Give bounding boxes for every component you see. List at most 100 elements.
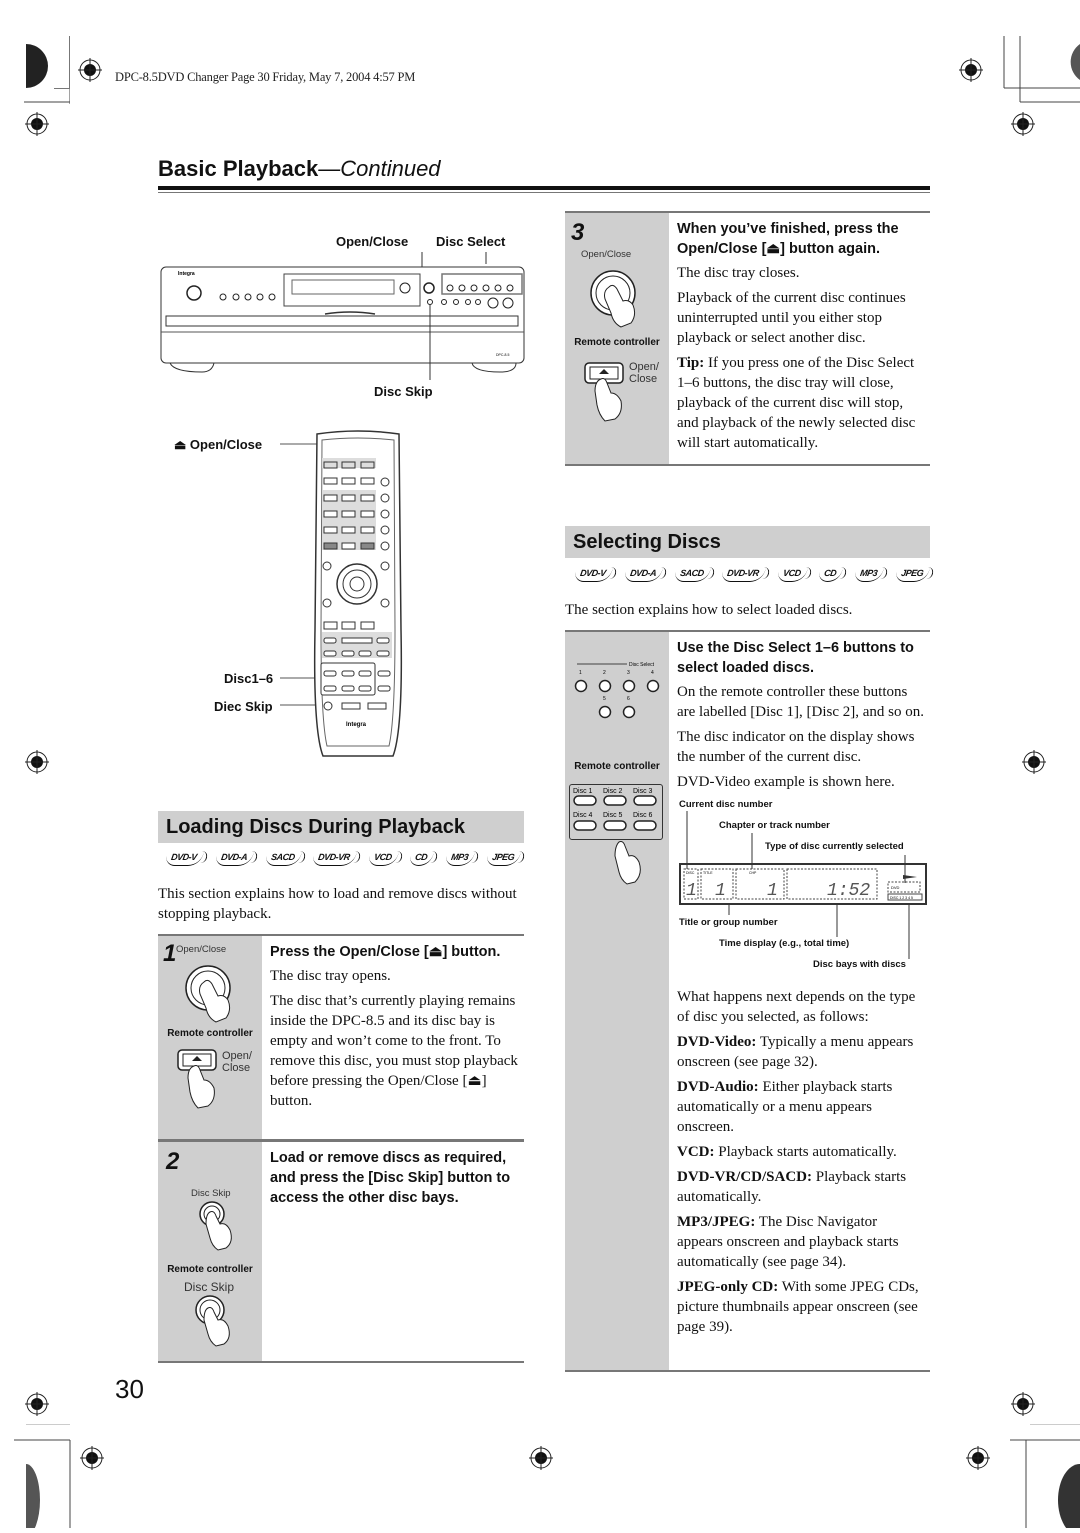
label-title-group-number: Title or group number bbox=[679, 917, 778, 928]
select-step-paragraph: The disc indicator on the display shows … bbox=[677, 729, 915, 765]
step-2: 2 Disc Skip Remote controller Disc Skip … bbox=[158, 1140, 524, 1363]
select-step-paragraph: DVD-Video example is shown here. bbox=[677, 774, 895, 790]
badge-dvd-a: DVD-A bbox=[623, 566, 663, 582]
remote-controller-label: Remote controller bbox=[574, 761, 660, 772]
remote-eject-button-icon bbox=[177, 1049, 217, 1109]
svg-text:Disc 5: Disc 5 bbox=[603, 812, 623, 819]
select-step-sidebar: Disc Select 1 2 3 4 5 6 Remote controller Di… bbox=[565, 632, 669, 1370]
badge-dvd-v: DVD-V bbox=[164, 850, 204, 866]
registration-mark bbox=[78, 58, 102, 82]
select-step-heading: Use the Disc Select 1–6 buttons to selec… bbox=[677, 640, 914, 676]
callout-remote-disc-skip: Diec Skip bbox=[214, 699, 273, 714]
step-3-paragraph: The disc tray closes. bbox=[677, 265, 800, 281]
badge-mp3: MP3 bbox=[853, 566, 885, 582]
step-3-heading: When you’ve finished, press the Open/Clo… bbox=[677, 221, 899, 257]
tip-text: If you press one of the Disc Select 1–6 … bbox=[677, 355, 916, 451]
step-3-top-label: Open/Close bbox=[581, 249, 632, 260]
remote-disc-skip-button-press-icon bbox=[195, 1295, 230, 1347]
page-title-suffix: —Continued bbox=[318, 156, 441, 181]
badge-vcd: VCD bbox=[776, 566, 808, 582]
print-header: DPC-8.5DVD Changer Page 30 Friday, May 7… bbox=[115, 70, 416, 84]
front-display-diagram: Current disc number Chapter or track num… bbox=[677, 797, 927, 979]
step-2-top-label: Disc Skip bbox=[191, 1188, 231, 1199]
remote-controller-label: Remote controller bbox=[167, 1264, 253, 1275]
title-rule bbox=[158, 186, 930, 190]
pressing-hand-icon bbox=[614, 841, 641, 885]
title-rule-thin bbox=[158, 192, 930, 193]
section-heading-selecting: Selecting Discs bbox=[565, 526, 930, 558]
crop-mark-top-right bbox=[1000, 36, 1080, 104]
open-close-button-press-icon bbox=[590, 270, 636, 328]
disc-skip-button-press-icon bbox=[199, 1201, 232, 1251]
callout-open-close: Open/Close bbox=[336, 234, 409, 249]
badge-dvd-a: DVD-A bbox=[214, 850, 254, 866]
crop-mark-bottom-right bbox=[1010, 1423, 1080, 1533]
step-1-top-label: Open/Close bbox=[176, 944, 227, 955]
callout-remote-disc-1-6: Disc1–6 bbox=[224, 671, 274, 686]
step-1: 1 Open/Close Remote controller Open/ Clo… bbox=[158, 934, 524, 1141]
registration-mark bbox=[25, 112, 49, 136]
step-1-sidebar: 1 Open/Close Remote controller Open/ Clo… bbox=[158, 936, 262, 1139]
disc-type-results: What happens next depends on the type of… bbox=[677, 987, 924, 1337]
remote-disc-skip-text: Disc Skip bbox=[184, 1280, 235, 1294]
registration-mark bbox=[1011, 112, 1035, 136]
svg-text:1: 1 bbox=[579, 670, 582, 676]
disc-type-badges-right: DVD-V DVD-A SACD DVD-VR VCD CD MP3 JPEG bbox=[573, 566, 931, 582]
step-2-content: Load or remove discs as required, and pr… bbox=[262, 1142, 524, 1361]
svg-text:Disc 1: Disc 1 bbox=[573, 788, 593, 795]
result-dvd-vr-cd-sacd: DVD-VR/CD/SACD: Playback starts automati… bbox=[677, 1169, 907, 1205]
step-1-paragraph: The disc tray opens. bbox=[270, 968, 391, 984]
result-vcd: VCD: Playback starts automatically. bbox=[677, 1144, 897, 1160]
remote-control-illustration: Integra bbox=[313, 430, 403, 760]
display-leader-lines bbox=[686, 811, 910, 959]
registration-mark bbox=[25, 750, 49, 774]
step-number: 1 bbox=[163, 940, 177, 967]
section-heading-loading: Loading Discs During Playback bbox=[158, 811, 524, 843]
front-panel-illustration: Integra DPC-8.5 bbox=[160, 250, 526, 380]
label-current-disc-number: Current disc number bbox=[679, 799, 773, 810]
step-select-discs: Disc Select 1 2 3 4 5 6 Remote controller Di… bbox=[565, 630, 930, 1372]
front-disc-select-buttons: Disc Select 1 2 3 4 5 6 bbox=[573, 658, 663, 728]
badge-jpeg: JPEG bbox=[485, 850, 522, 866]
registration-mark bbox=[529, 1446, 553, 1470]
registration-mark bbox=[959, 58, 983, 82]
badge-mp3: MP3 bbox=[444, 850, 476, 866]
select-step-content: Use the Disc Select 1–6 buttons to selec… bbox=[669, 632, 930, 1370]
svg-text:2: 2 bbox=[603, 670, 606, 676]
remote-open-close-text: Open/ Close bbox=[629, 361, 659, 385]
page-title-main: Basic Playback bbox=[158, 156, 319, 181]
step-1-paragraph: The disc that’s currently playing remain… bbox=[270, 993, 518, 1109]
label-time-display: Time display (e.g., total time) bbox=[719, 938, 850, 949]
step-number: 2 bbox=[166, 1148, 180, 1175]
badge-cd: CD bbox=[408, 850, 435, 866]
registration-mark bbox=[966, 1446, 990, 1470]
remote-disc-buttons: Disc 1 Disc 2 Disc 3 Disc 4 Disc 5 Disc 6 bbox=[569, 784, 663, 840]
callout-remote-open-close: ⏏ Open/Close bbox=[174, 437, 263, 452]
registration-mark bbox=[80, 1446, 104, 1470]
svg-text:5: 5 bbox=[603, 696, 606, 702]
svg-text:Integra: Integra bbox=[178, 271, 195, 277]
svg-text:3: 3 bbox=[627, 670, 630, 676]
step-3: 3 Open/Close Remote controller Open/ Clo… bbox=[565, 211, 930, 466]
remote-open-close-text: Open/ Close bbox=[222, 1050, 252, 1074]
step-3-paragraph: Playback of the current disc continues u… bbox=[677, 290, 906, 346]
tip-label: Tip: bbox=[677, 355, 705, 371]
remote-controller-label: Remote controller bbox=[167, 1028, 253, 1039]
badge-dvd-vr: DVD-VR bbox=[311, 850, 357, 866]
remote-controller-label: Remote controller bbox=[574, 337, 660, 348]
eject-icon: ⏏ bbox=[174, 437, 190, 452]
result-paragraph: What happens next depends on the type of… bbox=[677, 989, 916, 1025]
disc-type-badges-left: DVD-V DVD-A SACD DVD-VR VCD CD MP3 JPEG bbox=[164, 850, 522, 866]
crop-mark-bottom-left bbox=[14, 1423, 74, 1533]
badge-cd: CD bbox=[817, 566, 844, 582]
svg-text:Disc 2: Disc 2 bbox=[603, 788, 623, 795]
badge-dvd-vr: DVD-VR bbox=[720, 566, 766, 582]
crop-mark-lines-top-left bbox=[54, 36, 70, 89]
step-3-sidebar: 3 Open/Close Remote controller Open/ Clo… bbox=[565, 213, 669, 464]
disc-select-mini-label: Disc Select bbox=[629, 662, 655, 668]
remote-eject-button-icon bbox=[584, 362, 624, 422]
select-step-paragraph: On the remote controller these buttons a… bbox=[677, 684, 925, 720]
badge-dvd-v: DVD-V bbox=[573, 566, 613, 582]
badge-jpeg: JPEG bbox=[894, 566, 931, 582]
result-dvd-video: DVD-Video: Typically a menu appears onsc… bbox=[677, 1034, 914, 1070]
